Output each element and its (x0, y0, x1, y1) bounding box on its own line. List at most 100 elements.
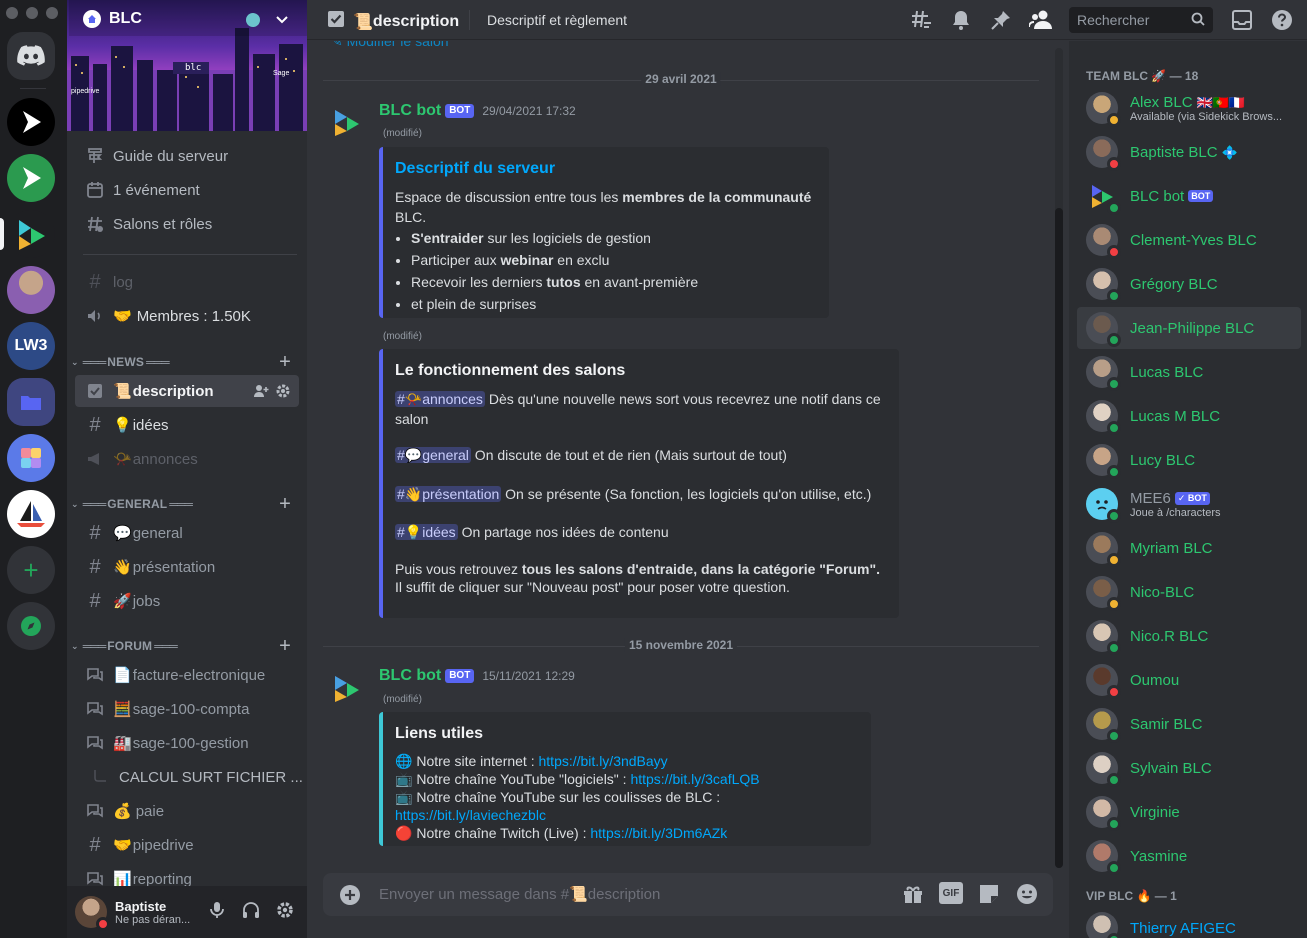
channel-mention[interactable]: #📯annonces (395, 391, 485, 407)
member-item[interactable]: Virginie (1077, 791, 1301, 833)
server-play-green-icon[interactable] (7, 154, 55, 202)
scrollbar-thumb[interactable] (1055, 208, 1063, 868)
add-attachment-icon[interactable] (339, 884, 361, 911)
add-channel-icon[interactable]: + (279, 493, 291, 516)
server-avatar-icon[interactable] (7, 266, 55, 314)
member-item[interactable]: Thierry AFIGEC (1077, 907, 1301, 938)
sidebar-item-channels-roles[interactable]: Salons et rôles (75, 208, 299, 240)
message-author[interactable]: BLC bot (379, 102, 441, 120)
member-item[interactable]: Yasmine (1077, 835, 1301, 877)
help-icon[interactable] (1271, 9, 1293, 36)
channel-paie[interactable]: 💰 paie (75, 795, 299, 827)
server-folder-icon[interactable] (7, 378, 55, 426)
server-name[interactable]: BLC (83, 10, 142, 28)
member-item[interactable]: Lucas BLC (1077, 351, 1301, 393)
user-info[interactable]: Baptiste Ne pas déran... (115, 899, 190, 926)
explore-icon[interactable] (7, 602, 55, 650)
minimize-window-button[interactable] (26, 7, 38, 19)
server-play-black-icon[interactable] (7, 98, 55, 146)
thread-calcul-surt-fichier[interactable]: CALCUL SURT FICHIER ... (75, 761, 303, 793)
category-forum[interactable]: ⌄ ═══ FORUM ═══ + (71, 635, 303, 658)
headphones-icon[interactable] (241, 900, 261, 925)
message-composer[interactable]: Envoyer un message dans #📜description GI… (323, 873, 1053, 916)
sidebar-item-guide[interactable]: Guide du serveur (75, 140, 299, 172)
channel-label: sage-100-compta (132, 700, 250, 718)
link[interactable]: https://bit.ly/3Dm6AZk (590, 825, 727, 841)
channel-mention[interactable]: #💡idées (395, 524, 458, 540)
bot-avatar[interactable] (327, 102, 367, 142)
server-shortcut-icon[interactable] (7, 434, 55, 482)
member-item[interactable]: Baptiste BLC 💠 (1077, 131, 1301, 173)
scrolled-edit-channel-link[interactable]: ✎ Modifier le salon (331, 41, 449, 50)
search-input[interactable]: Rechercher (1069, 7, 1213, 33)
microphone-icon[interactable] (207, 900, 227, 925)
sidebar-item-events[interactable]: 1 événement (75, 174, 299, 206)
channel-presentation[interactable]: # 👋 présentation (75, 551, 299, 583)
rules-icon (85, 381, 105, 401)
member-list-icon[interactable] (1029, 8, 1053, 32)
member-item[interactable]: Grégory BLC (1077, 263, 1301, 305)
invite-icon[interactable] (253, 383, 269, 403)
pin-icon[interactable] (989, 8, 1013, 32)
bot-avatar[interactable] (327, 668, 367, 708)
category-general[interactable]: ⌄ ═══ GENERAL ═══ + (71, 493, 303, 516)
member-info: Virginie (1130, 804, 1180, 821)
member-item[interactable]: Lucas M BLC (1077, 395, 1301, 437)
channel-mention[interactable]: #👋présentation (395, 486, 502, 502)
link[interactable]: https://bit.ly/laviechezblc (395, 807, 546, 823)
channel-annonces[interactable]: 📯 annonces (75, 443, 299, 475)
avatar[interactable] (75, 896, 110, 931)
member-item[interactable]: Sylvain BLC (1077, 747, 1301, 789)
bell-icon[interactable] (949, 8, 973, 32)
member-item[interactable]: Oumou (1077, 659, 1301, 701)
category-news[interactable]: ⌄ ═══ NEWS ═══ + (71, 351, 303, 374)
emoji-icon[interactable] (1015, 882, 1039, 911)
link[interactable]: https://bit.ly/3cafLQB (630, 771, 759, 787)
close-window-button[interactable] (6, 7, 18, 19)
channel-facture-electronique[interactable]: 📄 facture-electronique (75, 659, 299, 691)
add-server-icon[interactable]: + (7, 546, 55, 594)
member-item[interactable]: Alex BLC 🇬🇧🇵🇹🇫🇷 Available (via Sidekick Br… (1077, 87, 1301, 129)
sticker-icon[interactable] (977, 882, 1001, 911)
link[interactable]: https://bit.ly/3ndBayy (539, 753, 668, 769)
add-channel-icon[interactable]: + (279, 635, 291, 658)
channel-members-count[interactable]: 🤝 Membres : 1.50K (75, 300, 299, 332)
inbox-icon[interactable] (1231, 9, 1253, 36)
channel-sage-100-gestion[interactable]: 🏭 sage-100-gestion (75, 727, 299, 759)
member-item[interactable]: BLC bot BOT (1077, 175, 1301, 217)
embed-title[interactable]: Descriptif du serveur (395, 159, 813, 179)
member-item[interactable]: Lucy BLC (1077, 439, 1301, 481)
message-input[interactable]: Envoyer un message dans #📜description (379, 885, 660, 903)
channel-idees[interactable]: # 💡 idées (75, 409, 299, 441)
channel-sage-100-compta[interactable]: 🧮 sage-100-compta (75, 693, 299, 725)
maximize-window-button[interactable] (46, 7, 58, 19)
add-channel-icon[interactable]: + (279, 351, 291, 374)
member-item[interactable]: Nico.R BLC (1077, 615, 1301, 657)
message-scrollbar[interactable] (1055, 48, 1063, 868)
channel-settings-icon[interactable] (275, 383, 291, 403)
discord-home-icon[interactable] (7, 32, 55, 80)
member-item[interactable]: Nico-BLC (1077, 571, 1301, 613)
gift-icon[interactable] (901, 882, 925, 911)
gif-button[interactable]: GIF (939, 882, 963, 904)
server-banner[interactable]: blc pipedrive Sage BLC (67, 0, 307, 131)
channel-pipedrive[interactable]: # 🤝 pipedrive (75, 829, 299, 861)
member-item[interactable]: Clement-Yves BLC (1077, 219, 1301, 261)
member-item[interactable]: MEE6 ✓ BOT Joue à /characters (1077, 483, 1301, 525)
channel-jobs[interactable]: # 🚀 jobs (75, 585, 299, 617)
channel-general[interactable]: # 💬 general (75, 517, 299, 549)
channel-log[interactable]: # log (75, 266, 299, 298)
channel-topic[interactable]: Descriptif et règlement (487, 12, 627, 28)
member-item[interactable]: Jean-Philippe BLC (1077, 307, 1301, 349)
message-author[interactable]: BLC bot (379, 667, 441, 685)
server-sail-icon[interactable] (7, 490, 55, 538)
server-blc-icon[interactable] (7, 210, 55, 258)
chevron-down-icon[interactable] (275, 12, 289, 26)
channel-mention[interactable]: #💬general (395, 447, 471, 463)
threads-icon[interactable] (909, 8, 933, 32)
channel-description[interactable]: 📜 description (75, 375, 299, 407)
member-item[interactable]: Myriam BLC (1077, 527, 1301, 569)
gear-icon[interactable] (275, 900, 295, 925)
member-item[interactable]: Samir BLC (1077, 703, 1301, 745)
server-lw3-icon[interactable]: LW3 (7, 322, 55, 370)
